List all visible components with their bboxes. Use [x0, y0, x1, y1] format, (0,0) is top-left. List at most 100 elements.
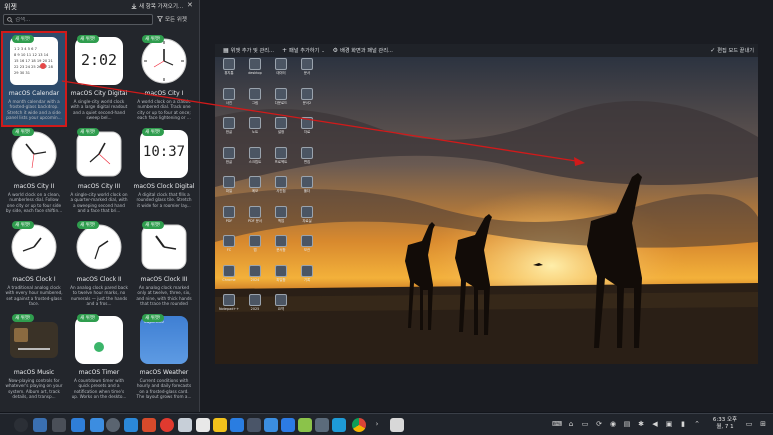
app-launcher-icon[interactable]: [14, 418, 28, 432]
desktop-icon[interactable]: desktop: [245, 58, 265, 82]
desktop-icon[interactable]: 프로젝트: [271, 146, 291, 171]
desktop-icon[interactable]: 데이터: [271, 58, 291, 82]
widget-name: macOS Timer: [78, 369, 120, 376]
chevron-right-icon[interactable]: ›: [372, 419, 382, 429]
desktop-icon[interactable]: 한글: [219, 117, 239, 141]
music-icon[interactable]: [264, 418, 278, 432]
add-panel-button[interactable]: + 패널 추가하기 ⌄: [282, 47, 325, 54]
filter-dropdown[interactable]: 모든 위젯: [157, 15, 187, 23]
network-icon[interactable]: [332, 418, 346, 432]
desktop-icon[interactable]: 파일함: [271, 264, 291, 289]
desktop-icon[interactable]: 기록: [297, 264, 317, 289]
app-icon[interactable]: [160, 418, 174, 432]
widget-card-clock-ii[interactable]: 새 위젯! macOS Clock II An analog clock par…: [68, 219, 130, 311]
desktop-icon[interactable]: PDF 문서: [245, 205, 265, 230]
display-icon[interactable]: ▭: [580, 419, 590, 429]
desktop-icon-label: 2025: [250, 307, 260, 311]
show-desktop-icon[interactable]: ▭: [744, 419, 754, 429]
desktop-icon[interactable]: Chrome: [219, 264, 239, 289]
desktop-icon-label: 스크립트: [248, 159, 262, 164]
app-icon[interactable]: [390, 418, 404, 432]
close-icon[interactable]: ✕: [187, 1, 193, 9]
terminal-icon[interactable]: [247, 418, 261, 432]
desktop-icon[interactable]: 편집: [297, 146, 317, 171]
sync-icon[interactable]: ⟳: [594, 419, 604, 429]
desktop-icon[interactable]: 노트: [245, 117, 265, 141]
desktop-icon[interactable]: 그림: [245, 87, 265, 112]
store-icon[interactable]: [124, 418, 138, 432]
desktop-icon[interactable]: 2025: [245, 294, 265, 318]
desktop-icon[interactable]: 보관: [297, 235, 317, 259]
desktop-icon[interactable]: 사진첩: [271, 176, 291, 200]
desktop-pager-icon[interactable]: [33, 418, 47, 432]
desktop-icon[interactable]: 메모: [245, 176, 265, 200]
bag-icon[interactable]: ⌂: [566, 419, 576, 429]
desktop-icon[interactable]: 문서함: [271, 235, 291, 259]
file-icon: [275, 264, 287, 277]
settings-icon[interactable]: [106, 418, 120, 432]
package-icon[interactable]: [315, 418, 329, 432]
widget-card-city-digital[interactable]: 새 위젯! 2:02 macOS City Digital A single-c…: [68, 33, 130, 125]
desktop-icon[interactable]: 한글: [219, 146, 239, 171]
expand-icon[interactable]: ⊞: [758, 419, 768, 429]
widget-card-city-ii[interactable]: 새 위젯! macOS City II A world clock on a c…: [3, 126, 65, 218]
desktop-icon[interactable]: 문서: [297, 58, 317, 82]
get-new-widgets-button[interactable]: 새 항목 가져오기...: [131, 2, 183, 10]
widget-card-clock-iii[interactable]: 새 위젯! macOS Clock III An analog clock ma…: [133, 219, 195, 311]
search-input[interactable]: [15, 16, 145, 23]
desktop-icon[interactable]: 앱: [245, 235, 265, 259]
desktop-icon-label: 자료: [303, 130, 311, 134]
new-widget-badge: 새 위젯!: [12, 221, 34, 229]
file-manager-icon[interactable]: [90, 418, 104, 432]
widget-card-weather[interactable]: 새 위젯! Cupertino macOS Weather Current co…: [133, 312, 195, 404]
folder-icon[interactable]: [71, 418, 85, 432]
desktop-icon[interactable]: 문서2: [297, 87, 317, 112]
desktop-icon[interactable]: 설정: [271, 117, 291, 141]
office-icon[interactable]: [142, 418, 156, 432]
file-icon: [275, 205, 287, 218]
bluetooth-icon[interactable]: ✱: [636, 419, 646, 429]
battery-icon[interactable]: ▮: [678, 419, 688, 429]
desktop-icon[interactable]: 폴더: [297, 176, 317, 200]
vpn-icon[interactable]: ◉: [608, 419, 618, 429]
chrome-icon[interactable]: [352, 418, 366, 432]
desktop-icon[interactable]: 휴지통: [219, 58, 239, 82]
widget-card-city-i[interactable]: 새 위젯! macOS City I A world clock on a cl…: [133, 33, 195, 125]
document-icon[interactable]: [178, 418, 192, 432]
network-icon[interactable]: ▣: [664, 419, 674, 429]
taskbar-clock[interactable]: 6:33 오후 월, 7 1: [708, 417, 742, 431]
editor-icon[interactable]: [230, 418, 244, 432]
search-field[interactable]: [3, 14, 153, 25]
desktop-icon[interactable]: 백업: [271, 205, 291, 230]
widget-card-calendar[interactable]: 새 위젯! 1 2 3 4 5 6 7 8 9 10 11 12 13 14 1…: [1, 31, 67, 127]
desktop-icon[interactable]: 요약: [271, 294, 291, 318]
desktop-icon[interactable]: PDF: [219, 205, 239, 230]
desktop-icon[interactable]: FC: [219, 235, 239, 259]
window-list-icon[interactable]: [52, 418, 66, 432]
widget-card-clock-digital[interactable]: 새 위젯! 10:37 macOS Clock Digital A digita…: [133, 126, 195, 218]
desktop-icon[interactable]: 2024: [245, 264, 265, 289]
volume-icon[interactable]: ◀: [650, 419, 660, 429]
widget-card-music[interactable]: 새 위젯! macOS Music Now-playing controls f…: [3, 312, 65, 404]
mail-icon[interactable]: [281, 418, 295, 432]
widget-card-clock-i[interactable]: 새 위젯! macOS Clock I A traditional analog…: [3, 219, 65, 311]
add-widget-button[interactable]: ▦ 위젯 추가 및 관리...: [223, 47, 274, 54]
image-viewer-icon[interactable]: [298, 418, 312, 432]
desktop-icon[interactable]: 자료실: [297, 205, 317, 230]
keyboard-icon[interactable]: ⌨: [552, 419, 562, 429]
notifications-icon[interactable]: ⌃: [692, 419, 702, 429]
widget-card-timer[interactable]: 새 위젯! macOS Timer A countdown timer with…: [68, 312, 130, 404]
exit-edit-mode-button[interactable]: ✓ 편집 모드 끝내기: [710, 47, 754, 54]
wallpaper-settings-button[interactable]: ⚙ 배경 화면과 패널 관리...: [333, 47, 393, 54]
desktop-icon[interactable]: 다운로드: [271, 87, 291, 112]
desktop-icon[interactable]: 파일: [219, 176, 239, 200]
sticky-notes-icon[interactable]: [213, 418, 227, 432]
desktop-icon[interactable]: Notepad++: [219, 294, 239, 318]
clipboard-icon[interactable]: ▤: [622, 419, 632, 429]
desktop-icon[interactable]: 사진: [219, 87, 239, 112]
widget-card-city-iii[interactable]: 새 위젯! macOS City III A single-city world…: [68, 126, 130, 218]
desktop-icon[interactable]: 스크립트: [245, 146, 265, 171]
analog-clock-thumbnail: [76, 224, 122, 270]
desktop-icon[interactable]: 자료: [297, 117, 317, 141]
notes-icon[interactable]: [196, 418, 210, 432]
